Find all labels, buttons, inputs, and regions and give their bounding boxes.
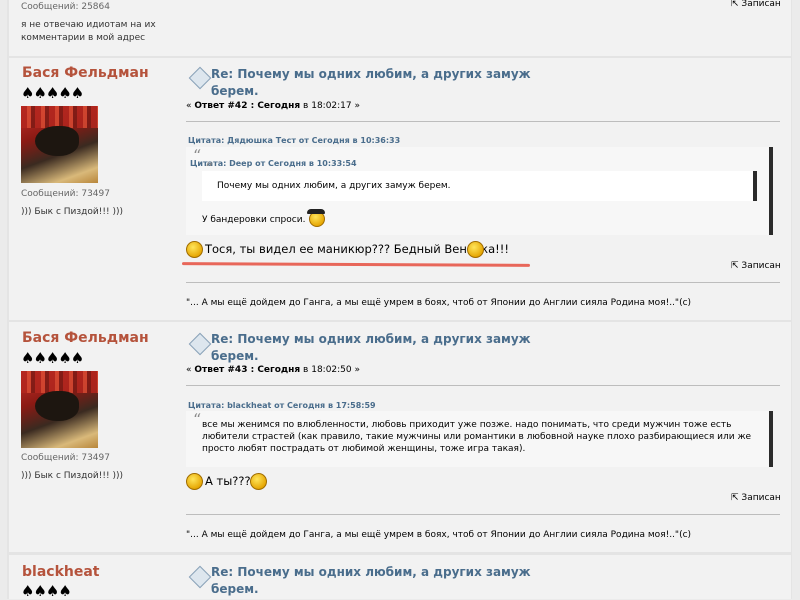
post-signature: "... А мы ещё дойдем до Ганга, а мы ещё …: [186, 530, 692, 540]
post-title-link[interactable]: Re: Почему мы одних любим, а других заму…: [211, 564, 531, 598]
rank-stars: ♠♠♠♠: [21, 582, 72, 600]
saved-button[interactable]: ⇱ Записан: [731, 493, 781, 503]
post-44-partial: blackheat ♠♠♠♠ Re: Почему мы одних любим…: [9, 555, 791, 600]
post-title-link[interactable]: Re: Почему мы одних любим, а других заму…: [211, 331, 531, 365]
quote-header[interactable]: Цитата: blackheat от Сегодня в 17:58:59: [188, 401, 376, 410]
saved-button[interactable]: ⇱ Записан: [731, 0, 781, 9]
saved-icon: ⇱: [731, 0, 739, 9]
post-title-link[interactable]: Re: Почему мы одних любим, а других заму…: [211, 66, 531, 100]
quote-inner: Почему мы одних любим, а других замуж бе…: [202, 171, 757, 201]
message-count: Сообщений: 25864: [21, 2, 110, 12]
reply-number[interactable]: Ответ #43 : Сегодня: [194, 365, 300, 375]
avatar-background: [21, 106, 98, 128]
author-name[interactable]: Бася Фельдман: [22, 330, 149, 346]
annotation-underline: [181, 262, 531, 267]
quote-text: все мы женимся по влюбленности, любовь п…: [202, 420, 752, 454]
divider: [186, 385, 780, 386]
avatar[interactable]: [21, 371, 98, 448]
saved-icon: ⇱: [731, 493, 739, 503]
quote-outer-text: У бандеровки спроси.: [202, 215, 306, 225]
smiley-icon: [186, 473, 203, 490]
user-text: ))) Бык с Пиздой!!! ))): [21, 207, 123, 217]
quote-outer: “ Цитата: Deep от Сегодня в 10:33:54 “ П…: [186, 147, 773, 235]
user-signature-line1: я не отвечаю идиотам на их: [21, 20, 156, 30]
user-text: ))) Бык с Пиздой!!! ))): [21, 471, 123, 481]
smiley-icon: [186, 241, 203, 258]
post-meta: « Ответ #43 : Сегодня в 18:02:50 »: [186, 365, 361, 375]
user-signature-line2: комментарии в мой адрес: [21, 33, 146, 43]
bull-image: [35, 126, 79, 156]
quote-mark-icon: “: [193, 410, 202, 429]
message-count: Сообщений: 73497: [21, 453, 110, 463]
saved-button[interactable]: ⇱ Записан: [731, 261, 781, 271]
quote-inner-header[interactable]: Цитата: Deep от Сегодня в 10:33:54: [190, 159, 357, 168]
post-icon: [188, 565, 212, 589]
post-42: Бася Фельдман ♠♠♠♠♠ Сообщений: 73497 )))…: [9, 58, 791, 320]
cowboy-smiley-icon: [307, 207, 325, 227]
post-body: Тося, ты видел ее маникюр??? Бедный Вени…: [205, 242, 509, 256]
divider: [186, 121, 780, 122]
divider: [186, 282, 780, 283]
bull-image: [35, 391, 79, 421]
rank-stars: ♠♠♠♠♠: [21, 349, 84, 367]
message-count: Сообщений: 73497: [21, 189, 110, 199]
smiley-icon: [250, 473, 267, 490]
post-top-partial: Сообщений: 25864 я не отвечаю идиотам на…: [9, 0, 791, 56]
author-name[interactable]: Бася Фельдман: [22, 65, 149, 81]
post-body: А ты???: [205, 474, 251, 488]
saved-icon: ⇱: [731, 261, 739, 271]
avatar[interactable]: [21, 106, 98, 183]
smiley-icon: [467, 241, 484, 258]
post-icon: [188, 66, 212, 90]
divider: [186, 514, 780, 515]
quote-inner-text: Почему мы одних любим, а других замуж бе…: [217, 181, 451, 191]
post-icon: [188, 332, 212, 356]
avatar-background: [21, 371, 98, 393]
quote-box: “ все мы женимся по влюбленности, любовь…: [186, 411, 773, 467]
post-43: Бася Фельдман ♠♠♠♠♠ Сообщений: 73497 )))…: [9, 322, 791, 552]
author-name[interactable]: blackheat: [22, 564, 99, 580]
post-signature: "... А мы ещё дойдем до Ганга, а мы ещё …: [186, 298, 692, 308]
reply-number[interactable]: Ответ #42 : Сегодня: [194, 101, 300, 111]
post-meta: « Ответ #42 : Сегодня в 18:02:17 »: [186, 101, 361, 111]
quote-header[interactable]: Цитата: Дядюшка Тест от Сегодня в 10:36:…: [188, 136, 400, 145]
rank-stars: ♠♠♠♠♠: [21, 84, 84, 102]
